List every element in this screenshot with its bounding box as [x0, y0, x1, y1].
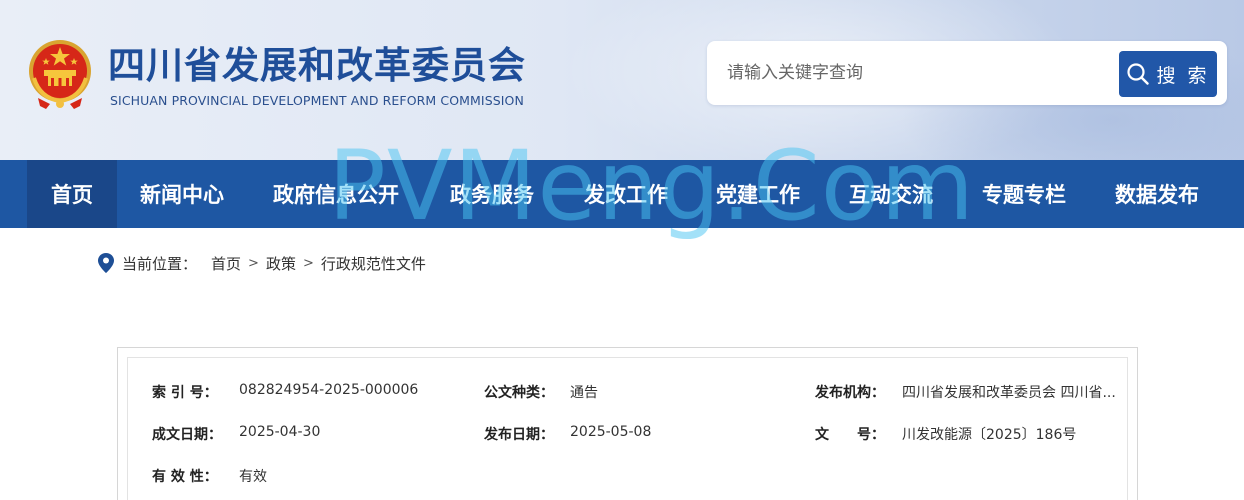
publish-date-label: 发布日期：: [484, 427, 554, 443]
doc-type-value: 通告: [570, 385, 598, 401]
search-box: 搜 索: [707, 41, 1227, 105]
national-emblem-icon[interactable]: [26, 38, 94, 110]
validity-label: 有 效 性：: [152, 469, 218, 485]
nav-item-data[interactable]: 数据发布: [1098, 160, 1216, 228]
breadcrumb-home[interactable]: 首页: [211, 253, 241, 274]
written-date-value: 2025-04-30: [239, 424, 321, 440]
doc-no-value: 川发改能源〔2025〕186号: [902, 427, 1077, 443]
index-no-label: 索 引 号：: [152, 385, 218, 401]
doc-type-label: 公文种类：: [484, 385, 554, 401]
nav-item-work[interactable]: 发改工作: [566, 160, 686, 228]
breadcrumb-label: 当前位置：: [122, 254, 198, 273]
site-subtitle: SICHUAN PROVINCIAL DEVELOPMENT AND REFOR…: [110, 93, 524, 108]
nav-item-topics[interactable]: 专题专栏: [965, 160, 1083, 228]
breadcrumb-separator: >: [302, 255, 314, 271]
written-date-label: 成文日期：: [152, 427, 222, 443]
search-icon: [1127, 63, 1150, 85]
publisher-value: 四川省发展和改革委员会 四川省...: [902, 385, 1116, 401]
index-no-value: 082824954-2025-000006: [239, 382, 419, 398]
doc-info-table: 索 引 号： 082824954-2025-000006 公文种类： 通告 发布…: [127, 357, 1128, 500]
nav-item-party[interactable]: 党建工作: [699, 160, 817, 228]
breadcrumb-normative-docs[interactable]: 行政规范性文件: [321, 253, 426, 274]
nav-item-gov-info[interactable]: 政府信息公开: [258, 160, 414, 228]
validity-value: 有效: [239, 469, 267, 485]
search-input[interactable]: [727, 55, 1107, 91]
publisher-label: 发布机构：: [815, 385, 885, 401]
publish-date-value: 2025-05-08: [570, 424, 652, 440]
nav-item-news[interactable]: 新闻中心: [123, 160, 241, 228]
main-nav: 首页 新闻中心 政府信息公开 政务服务 发改工作 党建工作 互动交流 专题专栏 …: [0, 160, 1244, 228]
search-button-label: 搜 索: [1156, 64, 1210, 87]
doc-info-panel: 索 引 号： 082824954-2025-000006 公文种类： 通告 发布…: [117, 347, 1138, 500]
search-button[interactable]: 搜 索: [1119, 51, 1217, 97]
breadcrumb: 当前位置： 首页 > 政策 > 行政规范性文件: [98, 251, 426, 275]
breadcrumb-policy[interactable]: 政策: [266, 253, 296, 274]
nav-item-home[interactable]: 首页: [27, 160, 117, 228]
breadcrumb-separator: >: [248, 255, 259, 271]
location-pin-icon: [98, 253, 114, 273]
nav-item-services[interactable]: 政务服务: [432, 160, 552, 228]
nav-item-interaction[interactable]: 互动交流: [832, 160, 950, 228]
site-header: 四川省发展和改革委员会 SICHUAN PROVINCIAL DEVELOPME…: [0, 0, 1244, 160]
site-title[interactable]: 四川省发展和改革委员会: [108, 44, 526, 88]
doc-no-label: 文 号：: [815, 427, 885, 443]
